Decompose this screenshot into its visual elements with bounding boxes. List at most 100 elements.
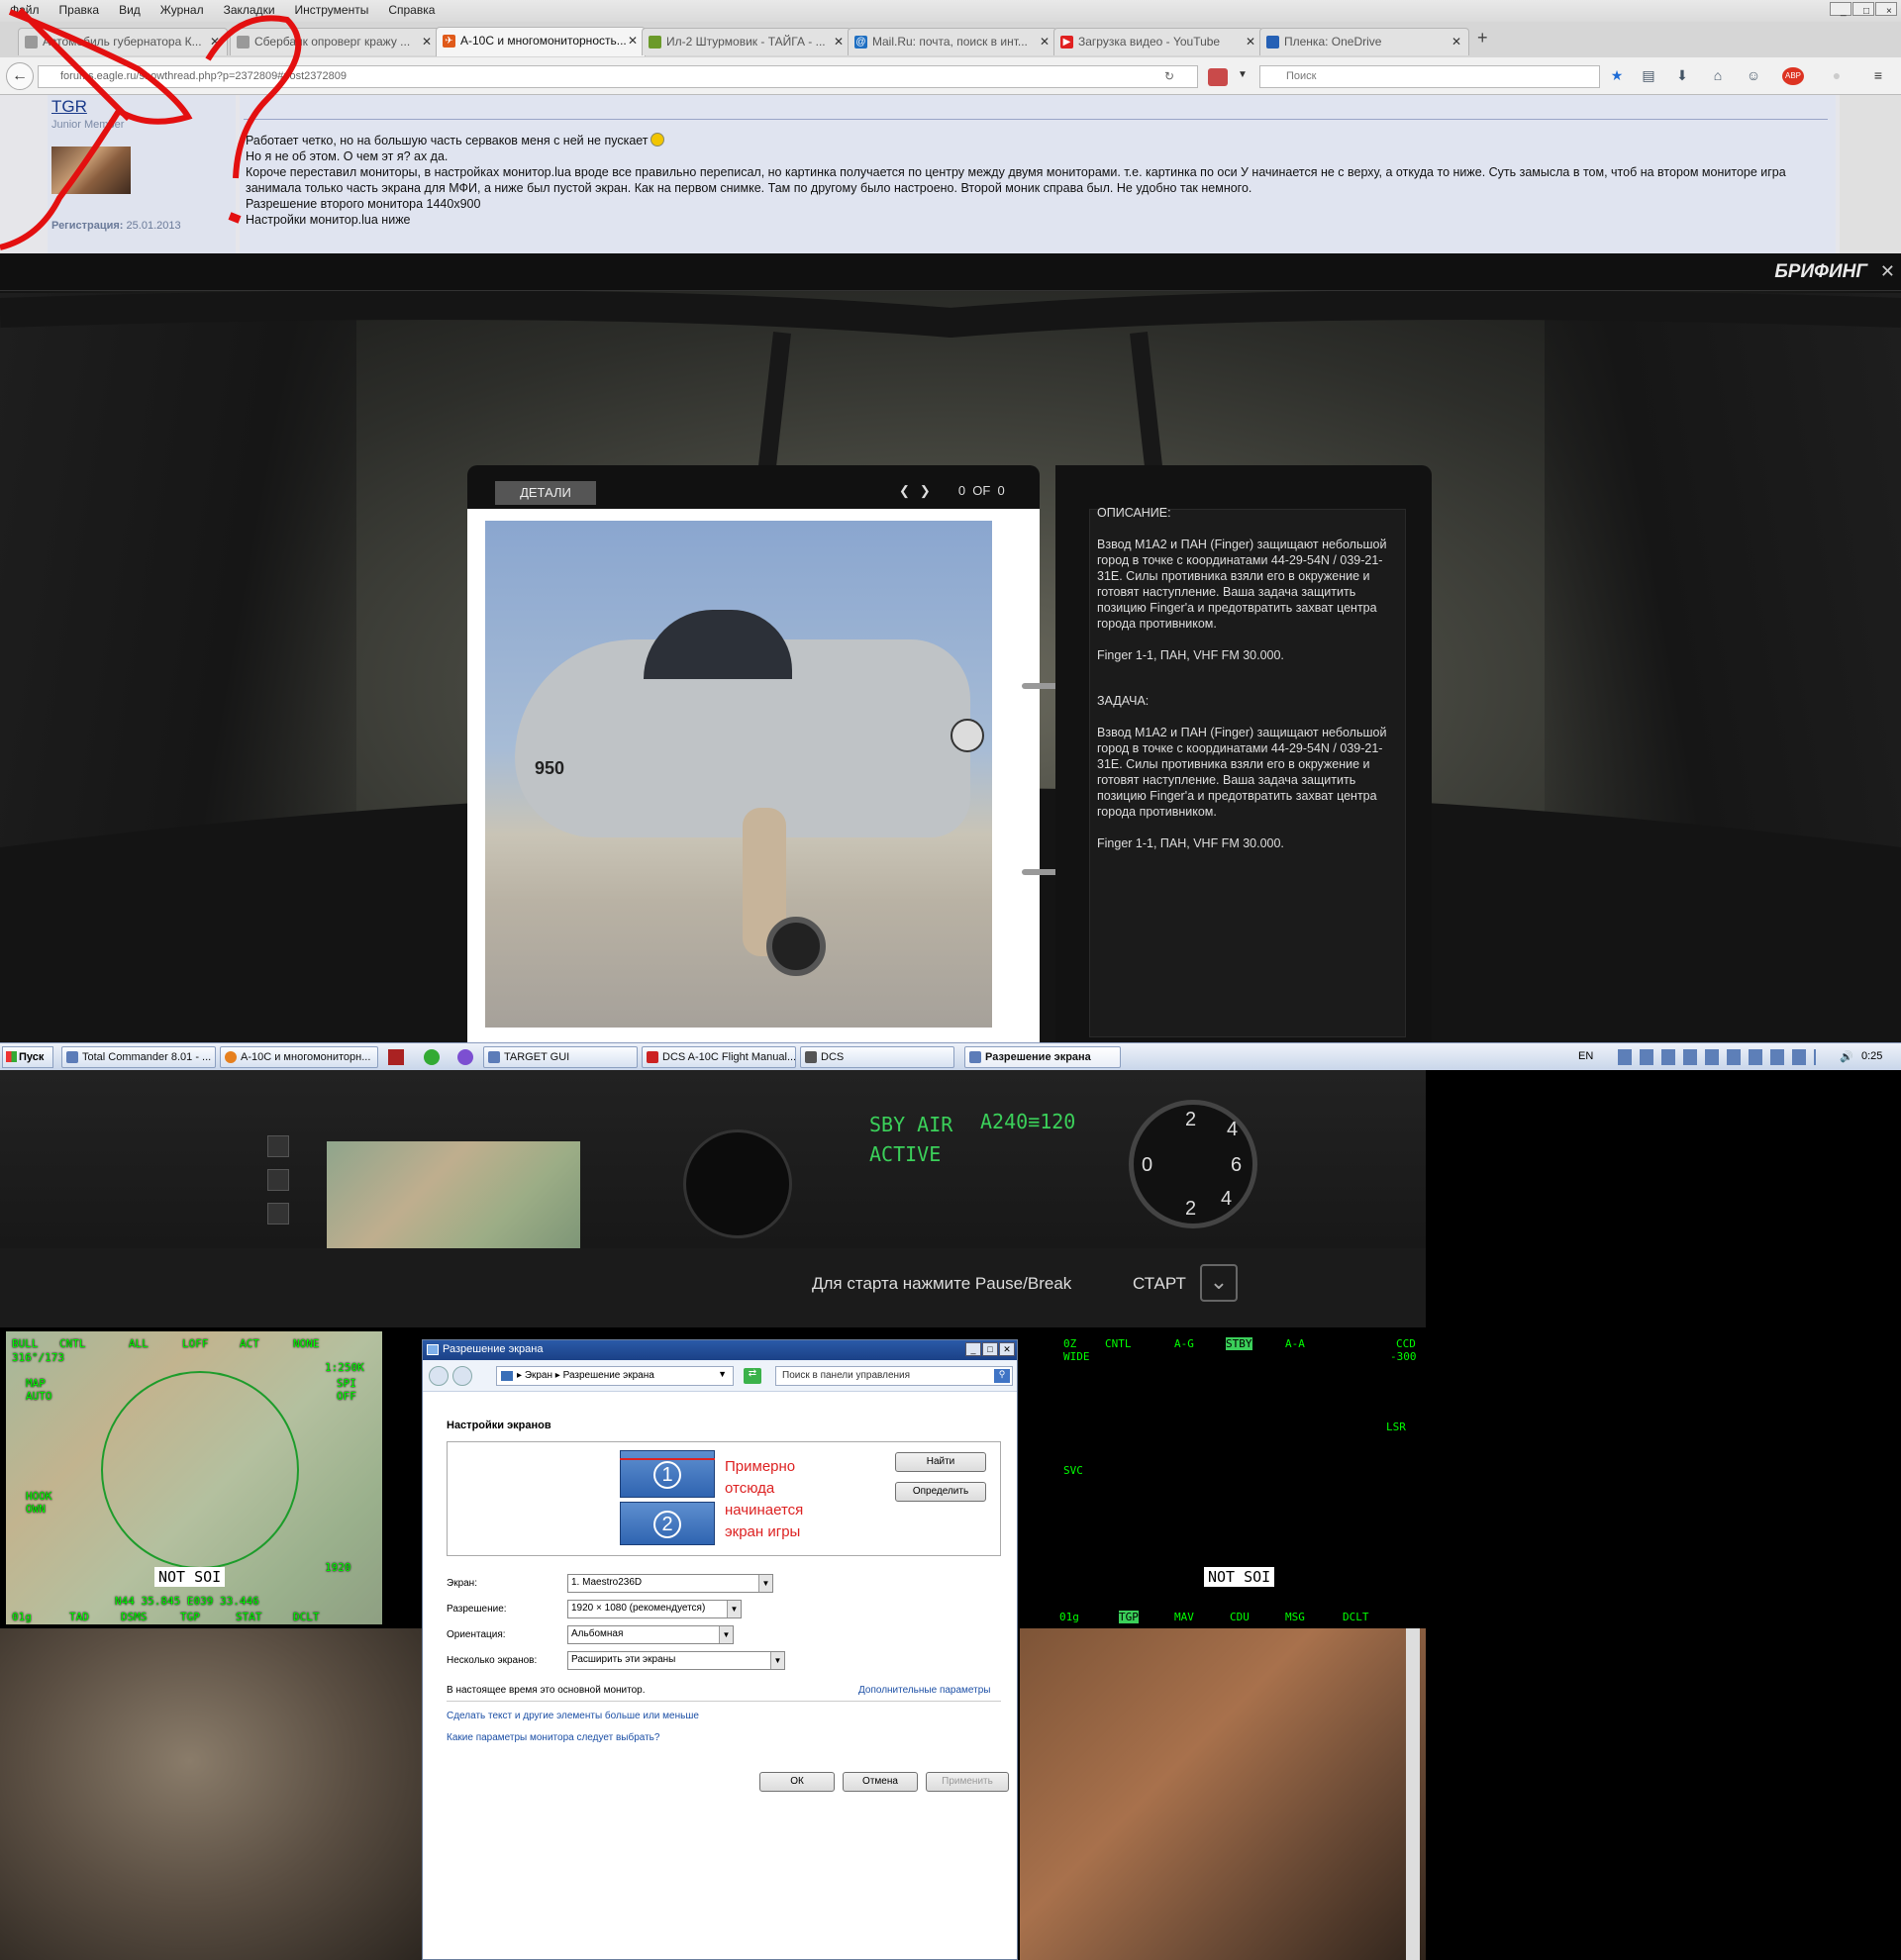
- task-body: Взвод M1A2 и ПАН (Finger) защищают небол…: [1097, 726, 1387, 819]
- clock[interactable]: 0:25: [1861, 1050, 1882, 1062]
- browser-tab[interactable]: @ Mail.Ru: почта, поиск в инт... ✕: [848, 28, 1057, 55]
- orientation-select[interactable]: Альбомная ▼: [567, 1625, 734, 1644]
- breadcrumb-item[interactable]: Экран: [525, 1370, 552, 1381]
- apply-button[interactable]: Применить: [926, 1772, 1009, 1792]
- username-link[interactable]: TGR: [51, 97, 87, 117]
- maximize-button[interactable]: □: [982, 1342, 998, 1356]
- taskbar-item-total-commander[interactable]: Total Commander 8.01 - ...: [61, 1046, 216, 1068]
- bulb-icon[interactable]: ●: [1828, 67, 1846, 85]
- hamburger-menu-icon[interactable]: ≡: [1869, 67, 1887, 85]
- menu-file[interactable]: Файл: [0, 0, 50, 20]
- bookmarks-list-icon[interactable]: ▤: [1640, 67, 1657, 85]
- volume-icon[interactable]: 🔊: [1840, 1050, 1853, 1063]
- maximize-button[interactable]: □: [1852, 2, 1874, 17]
- scrollbar[interactable]: [1406, 1628, 1420, 1960]
- identify-button[interactable]: Определить: [895, 1482, 986, 1502]
- home-icon[interactable]: ⌂: [1709, 67, 1727, 85]
- close-tab-icon[interactable]: ✕: [1451, 35, 1461, 49]
- browser-tab[interactable]: Пленка: OneDrive ✕: [1259, 28, 1469, 55]
- text-size-link[interactable]: Сделать текст и другие элементы больше и…: [447, 1711, 699, 1721]
- menu-view[interactable]: Вид: [109, 0, 150, 20]
- menu-help[interactable]: Справка: [378, 0, 445, 20]
- chevron-down-icon[interactable]: ▼: [718, 1369, 727, 1379]
- osb-label: 0Z: [1063, 1337, 1077, 1350]
- settings-heading: Настройки экранов: [447, 1420, 551, 1431]
- tray-app-icon[interactable]: [388, 1049, 404, 1065]
- menu-tools[interactable]: Инструменты: [285, 0, 379, 20]
- language-indicator[interactable]: EN: [1578, 1050, 1593, 1062]
- refresh-icon[interactable]: ⇄: [744, 1368, 761, 1384]
- taskbar-item-dcs[interactable]: DCS: [800, 1046, 954, 1068]
- search-input[interactable]: Поиск: [1259, 65, 1600, 88]
- multi-display-select[interactable]: Расширить эти экраны ▼: [567, 1651, 785, 1670]
- reload-icon[interactable]: ↻: [1164, 69, 1174, 83]
- breadcrumb[interactable]: ▸ Экран ▸ Разрешение экрана ▼: [496, 1366, 734, 1386]
- adblock-icon[interactable]: ABP: [1782, 67, 1804, 85]
- taskbar-label: DCS A-10C Flight Manual...: [662, 1051, 796, 1063]
- browser-tab[interactable]: Автомобиль губернатора К... ✕: [18, 28, 228, 55]
- taskbar-item-pdf-manual[interactable]: DCS A-10C Flight Manual...: [642, 1046, 796, 1068]
- taskbar-item-screen-resolution[interactable]: Разрешение экрана: [964, 1046, 1121, 1068]
- minimize-button[interactable]: _: [965, 1342, 981, 1356]
- find-button[interactable]: Найти: [895, 1452, 986, 1472]
- page-scrollbar[interactable]: [1840, 95, 1901, 253]
- close-icon[interactable]: ✕: [1880, 261, 1895, 282]
- browser-tab-active[interactable]: ✈ A-10C и многомониторность... ✕: [436, 27, 646, 56]
- minimize-button[interactable]: _: [1830, 2, 1851, 17]
- search-icon[interactable]: ⚲: [994, 1369, 1010, 1383]
- browser-tab[interactable]: Сбербанк опроверг кражу ... ✕: [230, 28, 440, 55]
- download-icon[interactable]: ⬇: [1673, 67, 1691, 85]
- close-tab-icon[interactable]: ✕: [628, 34, 638, 48]
- next-arrow-icon[interactable]: ❯: [920, 483, 931, 498]
- extension-dropdown-icon[interactable]: ▼: [1238, 69, 1248, 80]
- back-button[interactable]: [429, 1366, 449, 1386]
- close-window-button[interactable]: ✕: [999, 1342, 1015, 1356]
- cancel-button[interactable]: Отмена: [843, 1772, 918, 1792]
- prev-arrow-icon[interactable]: ❮: [899, 483, 910, 498]
- screen-select[interactable]: 1. Maestro236D ▼: [567, 1574, 773, 1593]
- osb-label: -300: [1390, 1350, 1417, 1363]
- browser-tab[interactable]: ▶ Загрузка видео - YouTube ✕: [1053, 28, 1263, 55]
- briefing-header: БРИФИНГ ✕: [0, 253, 1901, 291]
- taskbar-item-firefox[interactable]: A-10C и многомониторн...: [220, 1046, 378, 1068]
- osb-label: 01g: [12, 1611, 32, 1623]
- browser-tab[interactable]: Ил-2 Штурмовик - ТАЙГА - ... ✕: [642, 28, 851, 55]
- resolution-select[interactable]: 1920 × 1080 (рекомендуется) ▼: [567, 1600, 742, 1618]
- start-button[interactable]: Пуск: [2, 1046, 53, 1068]
- tray-icons[interactable]: [1618, 1049, 1816, 1065]
- screen-label: Экран:: [447, 1578, 477, 1589]
- monitor-2[interactable]: 2: [620, 1502, 715, 1545]
- tab-details[interactable]: ДЕТАЛИ: [495, 481, 596, 505]
- back-button[interactable]: ←: [6, 62, 34, 90]
- menu-bookmarks[interactable]: Закладки: [214, 0, 285, 20]
- close-window-button[interactable]: ×: [1875, 2, 1897, 17]
- close-tab-icon[interactable]: ✕: [422, 35, 432, 49]
- monitor-number: 1: [653, 1460, 681, 1489]
- description-panel: ОПИСАНИЕ: Взвод M1A2 и ПАН (Finger) защи…: [1055, 465, 1432, 1045]
- new-tab-button[interactable]: +: [1477, 28, 1488, 49]
- close-tab-icon[interactable]: ✕: [1040, 35, 1050, 49]
- advanced-settings-link[interactable]: Дополнительные параметры: [858, 1685, 990, 1696]
- dialog-search-input[interactable]: Поиск в панели управления ⚲: [775, 1366, 1013, 1386]
- url-bar[interactable]: forums.eagle.ru/showthread.php?p=2372809…: [38, 65, 1198, 88]
- taskbar-item-target-gui[interactable]: TARGET GUI: [483, 1046, 638, 1068]
- ok-button[interactable]: ОК: [759, 1772, 835, 1792]
- cmsp-display: SBY AIR ACTIVE: [869, 1110, 952, 1169]
- tab-label: A-10C и многомониторность...: [460, 34, 627, 48]
- close-tab-icon[interactable]: ✕: [834, 35, 844, 49]
- tray-app-icon[interactable]: [424, 1049, 440, 1065]
- viber-icon[interactable]: [457, 1049, 473, 1065]
- close-tab-icon[interactable]: ✕: [210, 35, 220, 49]
- monitor-help-link[interactable]: Какие параметры монитора следует выбрать…: [447, 1732, 659, 1743]
- breadcrumb-item[interactable]: Разрешение экрана: [563, 1370, 654, 1381]
- bookmark-star-icon[interactable]: ★: [1608, 67, 1626, 85]
- forward-button[interactable]: [452, 1366, 472, 1386]
- chat-icon[interactable]: ☺: [1745, 67, 1762, 85]
- chevron-down-icon[interactable]: ⌄: [1200, 1264, 1238, 1302]
- extension-icon[interactable]: [1208, 68, 1228, 86]
- close-tab-icon[interactable]: ✕: [1246, 35, 1255, 49]
- menu-edit[interactable]: Правка: [50, 0, 110, 20]
- start-label[interactable]: СТАРТ: [1133, 1274, 1186, 1294]
- menu-history[interactable]: Журнал: [150, 0, 214, 20]
- osb-label: CCD: [1396, 1337, 1416, 1350]
